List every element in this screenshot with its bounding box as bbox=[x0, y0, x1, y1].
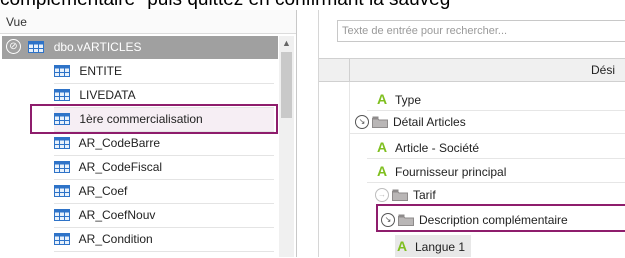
folder-row-detail-articles[interactable]: ↘ Détail Articles bbox=[355, 111, 466, 133]
tree-item-ar-condition[interactable]: AR_Condition bbox=[54, 228, 274, 252]
tree-item-label: AR_Condition bbox=[78, 232, 153, 246]
column-gridline bbox=[349, 82, 350, 257]
row-divider bbox=[367, 182, 625, 183]
table-icon bbox=[54, 208, 70, 221]
table-icon bbox=[54, 184, 70, 197]
tree-item-ar-coefnouv[interactable]: AR_CoefNouv bbox=[54, 204, 274, 228]
folder-label: Tarif bbox=[413, 188, 436, 202]
scroll-up-arrow-icon[interactable]: ▲ bbox=[282, 38, 291, 48]
folder-icon bbox=[392, 189, 408, 201]
tree-item-label: AR_CoefNouv bbox=[78, 208, 156, 222]
tree-item-label: LIVEDATA bbox=[79, 88, 136, 102]
column-separator bbox=[349, 59, 350, 81]
row-divider bbox=[349, 133, 625, 134]
tree-item-entite[interactable]: ENTITE bbox=[54, 60, 274, 84]
tree-item-ar-codebarre[interactable]: AR_CodeBarre bbox=[54, 132, 274, 156]
text-attribute-icon: A bbox=[376, 139, 388, 155]
field-row-fournisseur-principal[interactable]: A Fournisseur principal bbox=[375, 160, 506, 182]
expand-icon[interactable]: → bbox=[375, 187, 389, 202]
text-attribute-icon: A bbox=[376, 163, 388, 179]
row-divider bbox=[367, 158, 625, 159]
tree-root-dbo-varticles[interactable]: ⊘ dbo.vARTICLES bbox=[2, 36, 278, 59]
field-row-type[interactable]: A Type bbox=[375, 88, 421, 110]
highlight-frame-1ere-commercialisation bbox=[30, 104, 278, 134]
highlight-frame-description-complementaire bbox=[376, 204, 625, 232]
column-header-row: Dési bbox=[319, 58, 625, 82]
table-icon bbox=[54, 88, 70, 101]
tree-item-ar-coef[interactable]: AR_Coef bbox=[54, 180, 274, 204]
table-icon bbox=[54, 160, 70, 173]
collapse-icon[interactable]: ⊘ bbox=[6, 39, 21, 55]
field-row-article-societe[interactable]: A Article - Société bbox=[375, 136, 479, 158]
folder-label: Détail Articles bbox=[393, 115, 466, 129]
folder-icon bbox=[372, 116, 388, 128]
table-icon bbox=[28, 40, 45, 53]
scrollbar-thumb[interactable] bbox=[281, 52, 292, 118]
table-icon bbox=[54, 232, 70, 245]
search-input[interactable]: Texte de entrée pour rechercher... bbox=[337, 20, 625, 42]
field-row-langue-1[interactable]: A Langue 1 bbox=[395, 235, 472, 257]
tree-item-label: ENTITE bbox=[79, 64, 123, 78]
field-label: Langue 1 bbox=[415, 240, 466, 254]
field-label: Fournisseur principal bbox=[395, 165, 507, 179]
vertical-scrollbar[interactable]: ▲ bbox=[279, 36, 294, 257]
tree-item-label: AR_Coef bbox=[78, 184, 128, 198]
table-icon bbox=[54, 64, 70, 77]
table-icon bbox=[54, 136, 70, 149]
tree-item-label: AR_CodeFiscal bbox=[78, 160, 163, 174]
tree-root-label: dbo.vARTICLES bbox=[53, 40, 142, 54]
field-label: Type bbox=[395, 93, 422, 107]
field-label: Article - Société bbox=[395, 141, 480, 155]
tree-item-ar-codefiscal[interactable]: AR_CodeFiscal bbox=[54, 156, 274, 180]
panel-header-vue: Vue bbox=[0, 10, 296, 34]
column-header-designation[interactable]: Dési bbox=[591, 59, 615, 81]
text-attribute-icon: A bbox=[376, 91, 388, 107]
text-attribute-icon: A bbox=[396, 238, 408, 254]
folder-row-tarif[interactable]: → Tarif bbox=[375, 184, 436, 206]
collapse-icon[interactable]: ↘ bbox=[355, 114, 369, 129]
tree-item-label: AR_CodeBarre bbox=[78, 136, 161, 150]
